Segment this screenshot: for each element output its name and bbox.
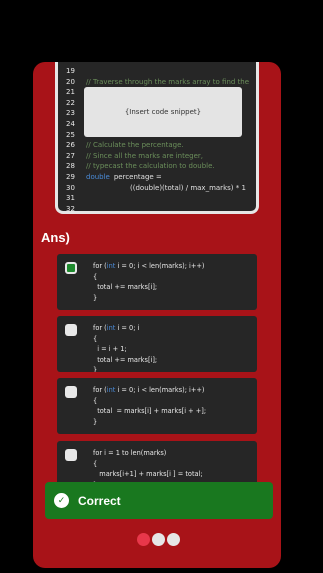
pagination-dot[interactable] (137, 533, 150, 546)
answer-code-line: total += marks[i]; (93, 355, 158, 364)
line-number: 20 (66, 77, 75, 86)
answer-code: for (int i = 0; i < len(marks); i++) { to… (93, 261, 204, 303)
code-text: // Traverse through the marks array to f… (86, 77, 250, 86)
answer-code-line: } (93, 417, 98, 426)
pagination-dots (137, 533, 180, 546)
answer-checkbox[interactable] (65, 262, 77, 274)
line-number: 31 (66, 194, 75, 203)
answer-code-line: { (93, 334, 98, 343)
answer-code-line: } (93, 366, 98, 372)
code-line: 30 ((double)(total) / max_marks) * 1 (58, 183, 246, 194)
device-notch (82, 48, 242, 60)
line-number: 26 (66, 141, 75, 150)
code-line: 27 // Since all the marks are integer, (58, 151, 203, 162)
code-line: 32 (58, 204, 86, 213)
line-number: 19 (66, 67, 75, 75)
answer-option[interactable]: for (int i = 0; i < len(marks); i++) { to… (57, 378, 257, 434)
answer-code-line: for (int i = 0; i (93, 324, 140, 332)
pagination-dot[interactable] (167, 533, 180, 546)
code-line: 29 double percentage = (58, 172, 162, 183)
quiz-screen: 19 20 // Traverse through the marks array … (33, 62, 281, 568)
line-number: 32 (66, 204, 75, 213)
code-line: 24 (58, 119, 86, 130)
line-number: 23 (66, 109, 75, 118)
answer-code-line: i = i + 1; (93, 345, 127, 353)
feedback-banner: ✓ Correct (45, 482, 273, 519)
code-line: 28 // typecast the calculation to double. (58, 161, 215, 172)
answer-code-line: { (93, 396, 98, 405)
answer-option[interactable]: for (int i = 0; i < len(marks); i++) { to… (57, 254, 257, 310)
answer-code-line: { (93, 459, 98, 468)
line-number: 28 (66, 162, 75, 171)
answer-option[interactable]: for (int i = 0; i { i = i + 1; total += m… (57, 316, 257, 372)
line-number: 21 (66, 88, 75, 97)
line-number: 27 (66, 151, 75, 160)
code-line: 22 (58, 98, 86, 109)
answer-code-line: for (int i = 0; i < len(marks); i++) (93, 262, 205, 270)
line-number: 30 (66, 183, 75, 192)
line-number: 22 (66, 98, 75, 107)
answers-title: Ans) (41, 230, 70, 245)
answer-code-line: for (int i = 0; i < len(marks); i++) (93, 386, 205, 394)
answer-code-line: total = marks[i] + marks[i + +]; (93, 407, 207, 415)
code-keyword: double (86, 173, 110, 181)
code-text: // typecast the calculation to double. (86, 162, 215, 171)
answer-code-line: marks[i+1] + marks[i ] = total; (93, 470, 203, 478)
answer-checkbox[interactable] (65, 449, 77, 461)
answer-code-line: { (93, 272, 98, 281)
snippet-placeholder-text: {Insert code snippet} (124, 108, 202, 116)
code-text: // Calculate the percentage. (86, 141, 184, 150)
code-line: 25 (58, 130, 86, 141)
code-line: 31 (58, 193, 86, 204)
answer-code-line: for i = 1 to len(marks) (93, 449, 167, 457)
feedback-label: Correct (78, 493, 121, 508)
line-number: 29 (66, 173, 75, 181)
code-line: 20 // Traverse through the marks array to… (58, 77, 249, 88)
answer-checkbox[interactable] (65, 386, 77, 398)
line-number: 25 (66, 130, 75, 139)
check-icon: ✓ (54, 493, 69, 508)
answer-checkbox[interactable] (65, 324, 77, 336)
answer-code-line: } (93, 293, 98, 302)
code-text: ((double)(total) / max_marks) * 1 (130, 183, 246, 192)
code-text: // Since all the marks are integer, (86, 151, 204, 160)
code-snippet-placeholder[interactable]: {Insert code snippet} (84, 87, 242, 137)
answer-code: for (int i = 0; i { i = i + 1; total += m… (93, 323, 157, 372)
line-number: 24 (66, 120, 75, 128)
answer-code-line: total += marks[i]; (93, 283, 158, 291)
code-line: 23 (58, 108, 86, 119)
code-line: 26 // Calculate the percentage. (58, 140, 184, 151)
pagination-dot[interactable] (152, 533, 165, 546)
code-text: percentage = (113, 173, 162, 181)
code-panel[interactable]: 19 20 // Traverse through the marks array … (55, 62, 259, 214)
answer-code: for (int i = 0; i < len(marks); i++) { to… (93, 385, 206, 427)
code-line: 19 (58, 66, 86, 77)
code-line: 21 (58, 87, 86, 98)
